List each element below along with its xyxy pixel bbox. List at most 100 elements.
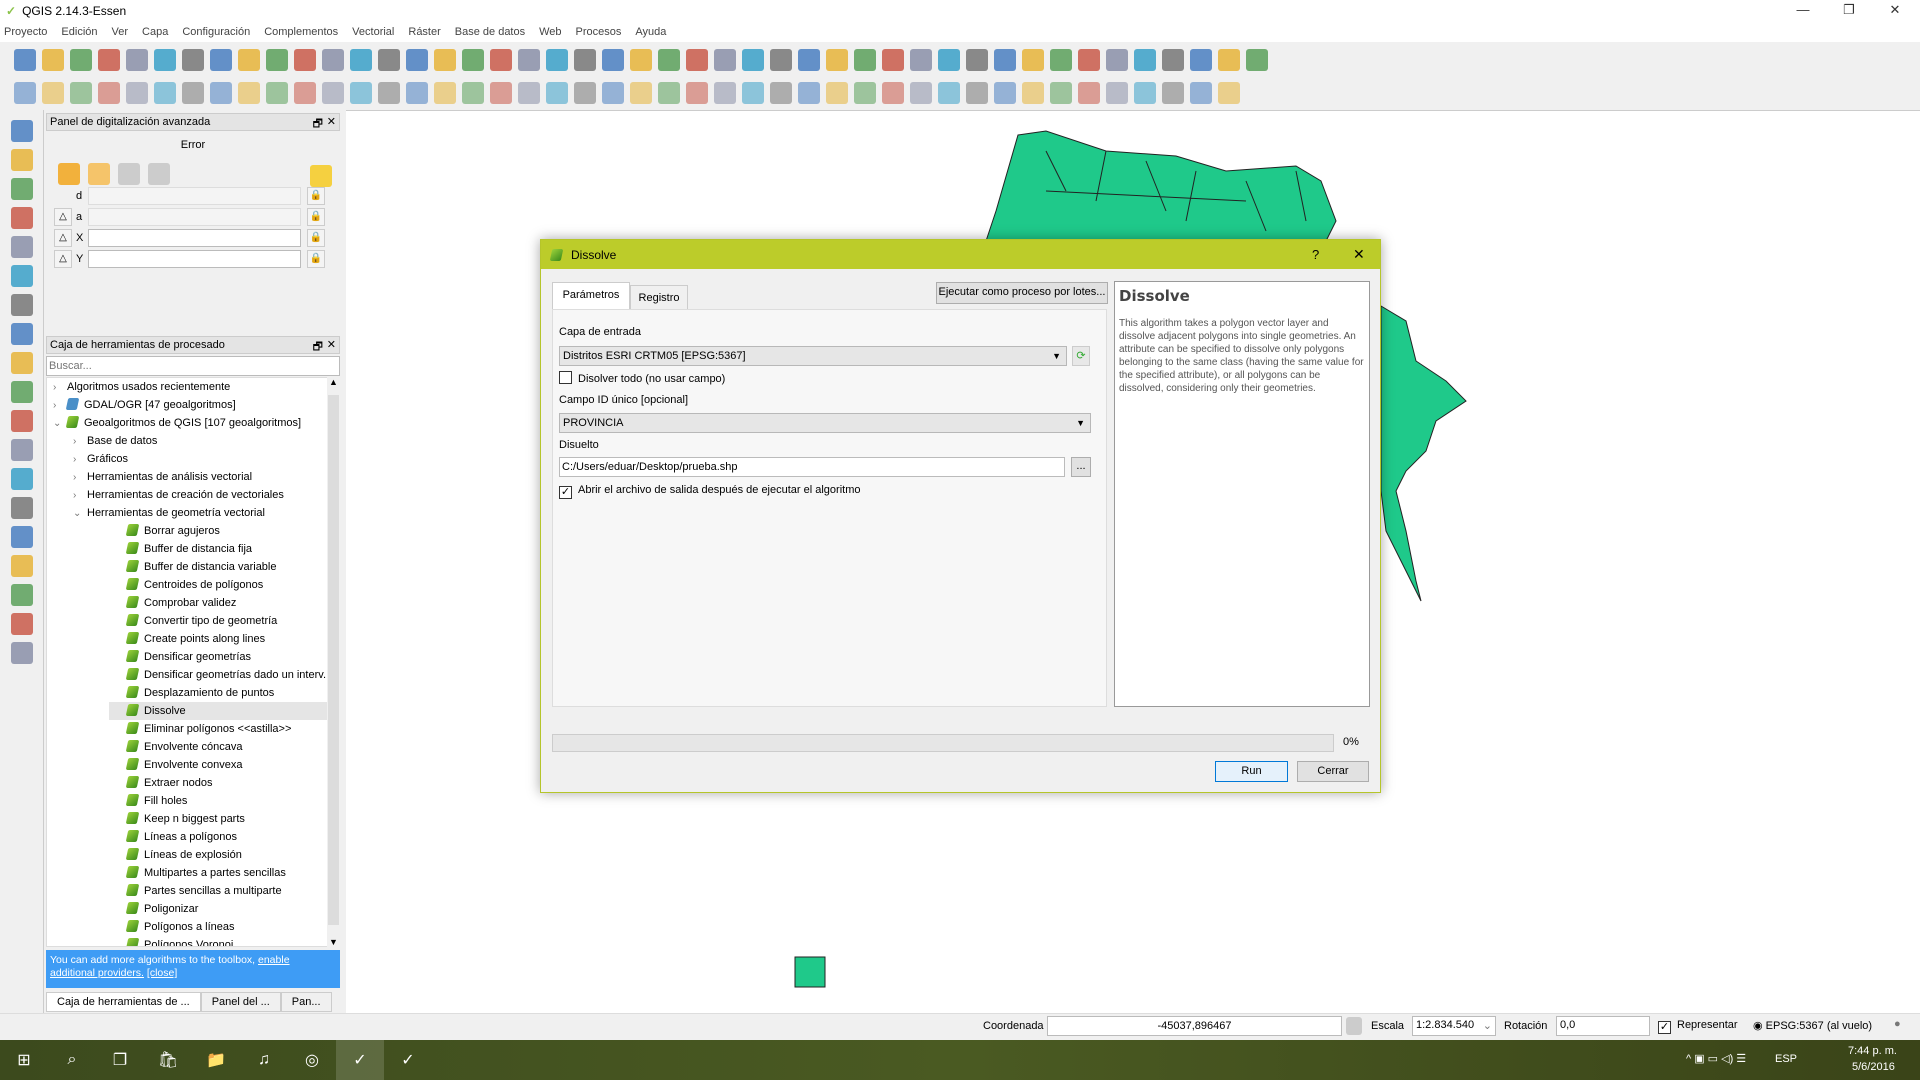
chevron-down-icon[interactable]: ⌄ [73, 505, 87, 523]
wms-icon[interactable] [546, 49, 568, 71]
task-view-icon[interactable]: ❐ [96, 1040, 144, 1080]
toggle-editing-icon[interactable] [42, 82, 64, 104]
tree-item[interactable]: Multipartes a partes sencillas [109, 864, 329, 882]
chevron-right-icon[interactable]: › [73, 469, 87, 487]
rotate-point-icon[interactable] [742, 82, 764, 104]
qgis-browser-icon[interactable]: ✓ [384, 1040, 432, 1080]
chevron-right-icon[interactable]: › [53, 397, 67, 415]
show-label-icon[interactable] [826, 82, 848, 104]
tree-item[interactable]: Envolvente convexa [109, 756, 329, 774]
python-icon[interactable] [630, 49, 652, 71]
reshape-icon[interactable] [574, 82, 596, 104]
tree-item[interactable]: › GDAL/OGR [47 geoalgoritmos] [47, 396, 327, 414]
tree-item[interactable]: Keep n biggest parts [109, 810, 329, 828]
minimize-button[interactable]: — [1780, 0, 1826, 22]
text-annotation-icon[interactable] [1050, 49, 1072, 71]
relative-toggle-icon[interactable]: △ [54, 208, 72, 226]
refresh-icon[interactable] [490, 49, 512, 71]
zoom-to-layer-icon[interactable] [406, 49, 428, 71]
perpendicular-icon[interactable] [118, 163, 140, 185]
coordinate-input[interactable] [1047, 1016, 1342, 1036]
identify-icon[interactable] [714, 49, 736, 71]
add-wms-layer-icon[interactable] [10, 323, 33, 345]
split-parts-icon[interactable] [658, 82, 680, 104]
messages-icon[interactable]: ● [1894, 1018, 1901, 1030]
chevron-down-icon[interactable]: ⌄ [53, 415, 67, 433]
tree-scrollbar[interactable]: ▲ ▼ [327, 377, 340, 947]
dialog-close-button[interactable]: ✕ [1353, 246, 1365, 263]
batch-process-button[interactable]: Ejecutar como proceso por lotes... [936, 282, 1108, 304]
delete-ring-icon[interactable] [518, 82, 540, 104]
browse-button[interactable]: ... [1071, 457, 1091, 477]
raster-icon[interactable] [1190, 82, 1212, 104]
rotation-spinbox[interactable]: 0,0 [1556, 1016, 1650, 1036]
tree-item[interactable]: Create points along lines [109, 630, 329, 648]
zoom-full-icon[interactable] [350, 49, 372, 71]
chevron-right-icon[interactable]: › [73, 433, 87, 451]
lock-icon[interactable]: 🔒 [307, 208, 325, 226]
delete-selected-icon[interactable] [210, 82, 232, 104]
chevron-right-icon[interactable]: › [73, 451, 87, 469]
rotate-icon[interactable] [350, 82, 372, 104]
search-icon[interactable]: ⌕ [48, 1040, 96, 1080]
tree-item[interactable]: Dissolve [109, 702, 329, 720]
plugin-icon[interactable] [602, 49, 624, 71]
trace-icon[interactable] [966, 82, 988, 104]
add-vector-layer-icon[interactable] [10, 120, 33, 142]
csw-icon[interactable] [574, 49, 596, 71]
tab-processing-toolbox[interactable]: Caja de herramientas de ... [46, 992, 201, 1012]
add-raster-layer-icon[interactable] [10, 149, 33, 171]
snap-common-angle-icon[interactable] [148, 163, 170, 185]
output-path-input[interactable] [559, 457, 1065, 477]
adv-input[interactable] [88, 250, 301, 268]
tree-item[interactable]: › Base de datos [47, 432, 327, 450]
store-icon[interactable]: 🛍 [144, 1040, 192, 1080]
zoom-native-icon[interactable] [322, 49, 344, 71]
close-button[interactable]: ✕ [1872, 0, 1918, 22]
float-icon[interactable]: 🗗 [313, 338, 323, 357]
add-oracle-layer-icon[interactable] [10, 265, 33, 287]
close-icon[interactable]: ✕ [327, 338, 336, 351]
pin-label-icon[interactable] [798, 82, 820, 104]
restore-button[interactable]: ❐ [1826, 0, 1872, 22]
tree-item[interactable]: Polígonos a líneas [109, 918, 329, 936]
checkbox-box[interactable] [559, 371, 572, 384]
gps-icon[interactable] [518, 49, 540, 71]
iterate-icon[interactable]: ⟳ [1072, 346, 1090, 366]
attribute-table-icon[interactable] [854, 49, 876, 71]
menu-0[interactable]: Proyecto [4, 26, 47, 38]
add-ring-icon[interactable] [126, 82, 148, 104]
itunes-icon[interactable]: ♫ [240, 1040, 288, 1080]
new-print-composer-icon[interactable] [126, 49, 148, 71]
move-label-icon[interactable] [854, 82, 876, 104]
tree-item[interactable]: Centroides de polígonos [109, 576, 329, 594]
tree-item[interactable]: › Gráficos [47, 450, 327, 468]
statistics-icon[interactable] [910, 49, 932, 71]
snap2-icon[interactable] [1022, 82, 1044, 104]
processing-icon[interactable] [686, 49, 708, 71]
zoom-last-icon[interactable] [434, 49, 456, 71]
menu-8[interactable]: Base de datos [455, 26, 525, 38]
paste-icon[interactable] [294, 82, 316, 104]
lock-icon[interactable]: 🔒 [307, 250, 325, 268]
new-spatialite-icon[interactable] [10, 497, 33, 519]
save-edits-icon[interactable] [70, 82, 92, 104]
construction-mode-icon[interactable] [58, 163, 80, 185]
georeference-icon[interactable] [10, 555, 33, 577]
current-edits-icon[interactable] [14, 82, 36, 104]
deselect-icon[interactable] [826, 49, 848, 71]
snap5-icon[interactable] [1106, 82, 1128, 104]
topology-icon[interactable] [10, 613, 33, 635]
node-tool-icon[interactable] [182, 82, 204, 104]
undo-icon[interactable] [378, 82, 400, 104]
rotate-label-icon[interactable] [882, 82, 904, 104]
open-project-icon[interactable] [42, 49, 64, 71]
add-wfs-layer-icon[interactable] [10, 381, 33, 403]
split-features-icon[interactable] [630, 82, 652, 104]
cut-icon[interactable] [238, 82, 260, 104]
relative-toggle-icon[interactable]: △ [54, 250, 72, 268]
toolbox-search-input[interactable] [46, 356, 340, 376]
lock-icon[interactable]: 🔒 [307, 187, 325, 205]
lock-icon[interactable]: 🔒 [307, 229, 325, 247]
file-explorer-icon[interactable]: 📁 [192, 1040, 240, 1080]
